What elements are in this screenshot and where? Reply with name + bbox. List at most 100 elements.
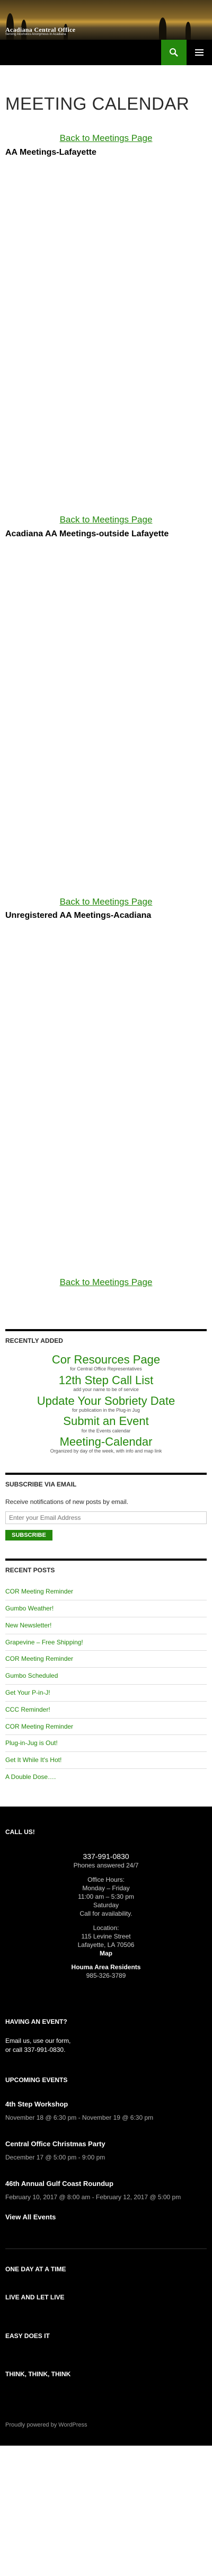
event-date: December 17 @ 5:00 pm - 9:00 pm: [5, 2154, 105, 2162]
address-line: 115 Levine Street: [81, 1932, 131, 1940]
event-date: February 10, 2017 @ 8:00 am - February 1…: [5, 2193, 181, 2201]
footer-link-heading: ONE DAY AT A TIME: [5, 2265, 66, 2273]
post-link[interactable]: A Double Dose….: [5, 1773, 56, 1781]
widget-title: RECENT POSTS: [5, 1559, 207, 1575]
tree-silhouette: [159, 17, 166, 40]
list-item: Plug-in-Jug is Out!: [5, 1734, 207, 1751]
calendar-embed-area: [5, 541, 207, 880]
map-link[interactable]: Map: [5, 1949, 207, 1958]
list-item: New Newsletter!: [5, 1616, 207, 1634]
post-link[interactable]: COR Meeting Reminder: [5, 1723, 73, 1730]
site-description: Serving Alcoholics Anonymous in Acadiana: [5, 33, 66, 36]
back-to-meetings-link[interactable]: Back to Meetings Page: [5, 1276, 207, 1289]
phone-number[interactable]: 337-991-0830: [5, 1852, 207, 1862]
recent-item: Submit an Event for the Events calendar: [5, 1415, 207, 1434]
section-heading-unregistered: Unregistered AA Meetings-Acadiana: [5, 911, 152, 920]
post-link[interactable]: Gumbo Weather!: [5, 1605, 54, 1612]
hamburger-menu-icon: [195, 48, 204, 57]
subscribe-button[interactable]: SUBSCRIBE: [5, 1530, 52, 1541]
recently-added-widget: RECENTLY ADDED Cor Resources Page for Ce…: [0, 1329, 212, 1455]
list-item: Gumbo Scheduled: [5, 1667, 207, 1684]
post-link[interactable]: Get Your P-in-J!: [5, 1689, 50, 1696]
event-contact-line[interactable]: Email us, use our form,: [5, 2037, 207, 2046]
list-item: CCC Reminder!: [5, 1701, 207, 1718]
widget-title: SUBSCRIBE VIA EMAIL: [5, 1472, 207, 1489]
recent-item: Update Your Sobriety Date for publicatio…: [5, 1395, 207, 1414]
site-header: Acadiana Central Office Serving Alcoholi…: [0, 0, 212, 65]
recent-item-subtitle: Organized by day of the week, with info …: [50, 1448, 162, 1454]
footer-link-heading: THINK, THINK, THINK: [5, 2370, 71, 2378]
back-to-meetings-link[interactable]: Back to Meetings Page: [5, 896, 207, 908]
page-title: MEETING CALENDAR: [5, 94, 190, 113]
header-image[interactable]: Acadiana Central Office Serving Alcoholi…: [0, 0, 212, 40]
section-heading-outside-lafayette: Acadiana AA Meetings-outside Lafayette: [5, 529, 169, 539]
post-link[interactable]: Gumbo Scheduled: [5, 1672, 58, 1679]
recent-item-link[interactable]: Submit an Event: [5, 1415, 207, 1427]
recent-item: Meeting-Calendar Organized by day of the…: [5, 1436, 207, 1455]
recent-item-link[interactable]: Meeting-Calendar: [5, 1436, 207, 1448]
contact-block: 337-991-0830 Phones answered 24/7 Office…: [5, 1852, 207, 1980]
tree-silhouette: [186, 22, 191, 40]
saturday-label: Saturday: [93, 1901, 119, 1909]
menu-button[interactable]: [187, 40, 212, 65]
post-link[interactable]: Grapevine – Free Shipping!: [5, 1639, 83, 1646]
list-item: A Double Dose….: [5, 1768, 207, 1785]
email-field[interactable]: [5, 1511, 207, 1525]
widget-title: RECENTLY ADDED: [5, 1329, 207, 1345]
recent-item-subtitle: for Central Office Representatives: [70, 1366, 142, 1372]
subscribe-widget: SUBSCRIBE VIA EMAIL Receive notification…: [0, 1472, 212, 1541]
footer-title: UPCOMING EVENTS: [5, 2076, 68, 2084]
event-contact-line: or call 337-991-0830.: [5, 2046, 66, 2054]
hours-days: Monday – Friday: [82, 1884, 130, 1892]
nav-bar: [0, 40, 212, 65]
subscribe-text: Receive notifications of new posts by em…: [5, 1498, 129, 1506]
event-name[interactable]: Central Office Christmas Party: [5, 2139, 207, 2149]
recent-item: 12th Step Call List add your name to be …: [5, 1374, 207, 1393]
post-link[interactable]: COR Meeting Reminder: [5, 1588, 73, 1595]
site-footer: CALL US! 337-991-0830 Phones answered 24…: [0, 1806, 212, 2446]
powered-by-link[interactable]: Proudly powered by WordPress: [5, 2379, 207, 2429]
event-date: November 18 @ 6:30 pm - November 19 @ 6:…: [5, 2114, 154, 2122]
main-content: MEETING CALENDAR Back to Meetings Page A…: [0, 92, 212, 1289]
list-item: COR Meeting Reminder: [5, 1718, 207, 1735]
post-link[interactable]: Plug-in-Jug is Out!: [5, 1739, 58, 1747]
recent-item-link[interactable]: Cor Resources Page: [5, 1353, 207, 1366]
list-item: Get It While It's Hot!: [5, 1751, 207, 1768]
search-icon: [170, 48, 178, 57]
recent-item-link[interactable]: 12th Step Call List: [5, 1374, 207, 1386]
search-button[interactable]: [161, 40, 187, 65]
event-name[interactable]: 46th Annual Gulf Coast Roundup: [5, 2179, 207, 2189]
calendar-embed-area: [5, 922, 207, 1260]
houma-phone[interactable]: 985-326-3789: [5, 1971, 207, 1980]
footer-link-heading: LIVE AND LET LIVE: [5, 2293, 65, 2301]
houma-label: Houma Area Residents: [71, 1963, 141, 1971]
post-link[interactable]: Get It While It's Hot!: [5, 1756, 61, 1764]
footer-title: HAVING AN EVENT?: [5, 2017, 67, 2025]
hours-label: Office Hours:: [87, 1875, 125, 1883]
recent-item-subtitle: for publication in the Plug-in Jug: [72, 1407, 140, 1413]
recent-posts-list: COR Meeting Reminder Gumbo Weather! New …: [5, 1583, 207, 1785]
phone-note: Phones answered 24/7: [73, 1862, 139, 1870]
post-link[interactable]: COR Meeting Reminder: [5, 1655, 73, 1662]
footer-title: CALL US!: [5, 1828, 35, 1836]
section-heading-lafayette: AA Meetings-Lafayette: [5, 147, 96, 157]
list-item: Gumbo Weather!: [5, 1599, 207, 1617]
saturday-note: Call for availability.: [80, 1910, 132, 1918]
view-all-events-link[interactable]: View All Events: [5, 2212, 207, 2222]
calendar-embed-area: [5, 158, 207, 498]
post-link[interactable]: CCC Reminder!: [5, 1706, 50, 1713]
back-to-meetings-link[interactable]: Back to Meetings Page: [5, 514, 207, 526]
recent-item-link[interactable]: Update Your Sobriety Date: [5, 1395, 207, 1407]
back-to-meetings-link[interactable]: Back to Meetings Page: [5, 132, 207, 145]
recent-posts-widget: RECENT POSTS COR Meeting Reminder Gumbo …: [0, 1559, 212, 1785]
post-link[interactable]: New Newsletter!: [5, 1622, 51, 1629]
address-line: Lafayette, LA 70506: [77, 1941, 135, 1949]
list-item: Grapevine – Free Shipping!: [5, 1633, 207, 1651]
list-item: COR Meeting Reminder: [5, 1650, 207, 1667]
sidebar-widgets: RECENTLY ADDED Cor Resources Page for Ce…: [0, 1329, 212, 1785]
recent-item-subtitle: for the Events calendar: [81, 1428, 131, 1433]
event-name[interactable]: 4th Step Workshop: [5, 2100, 207, 2109]
hours-time: 11:00 am – 5:30 pm: [78, 1892, 134, 1900]
recent-item: Cor Resources Page for Central Office Re…: [5, 1353, 207, 1373]
footer-link-heading: EASY DOES IT: [5, 2332, 50, 2340]
